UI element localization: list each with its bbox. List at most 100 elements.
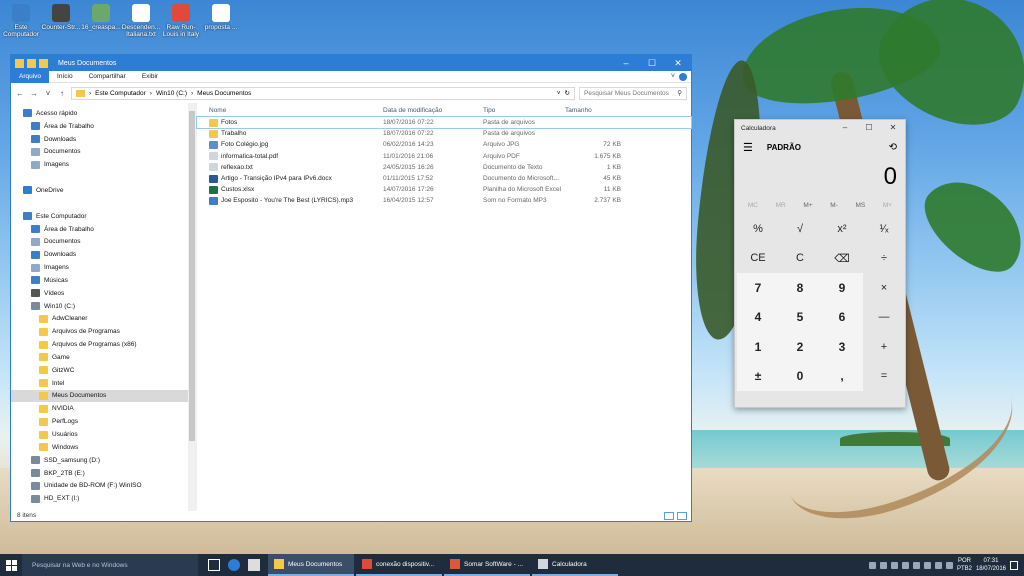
divide-key[interactable]: ÷	[863, 243, 905, 273]
nav-item[interactable]: Documentos⚲	[11, 146, 196, 159]
file-row[interactable]: reflexao.txt 24/05/2015 16:26 Documento de…	[197, 162, 691, 173]
tab-exibir[interactable]: Exibir	[134, 71, 166, 83]
desktop-icon-2[interactable]: 16_creaspa...	[80, 4, 122, 31]
file-row[interactable]: Joe Esposito - You're The Best (LYRICS).…	[197, 195, 691, 206]
file-list[interactable]: Nome Data de modificação Tipo Tamanho Fo…	[196, 103, 692, 511]
tab-arquivo[interactable]: Arquivo	[11, 70, 50, 83]
memory-button[interactable]: M-	[830, 202, 838, 209]
file-name-cell[interactable]: Custos.xlsx	[197, 185, 383, 194]
nav-item[interactable]: Vídeos	[11, 287, 196, 300]
nav-item[interactable]: HD_EXT (I:)	[11, 492, 196, 505]
memory-button[interactable]: MS	[855, 202, 865, 209]
help-icon[interactable]	[679, 72, 687, 81]
address-bar[interactable]: › Este Computador › Win10 (C:) › Meus Do…	[71, 86, 575, 100]
nav-item[interactable]: Este Computador	[11, 210, 196, 223]
nav-item[interactable]: Meus Documentos	[11, 389, 196, 403]
volume-icon[interactable]	[945, 561, 953, 569]
scrollbar-thumb[interactable]	[189, 111, 195, 441]
desktop-icon-1[interactable]: Counter-Str...	[40, 4, 82, 31]
tab-inicio[interactable]: Início	[49, 71, 81, 83]
language-indicator[interactable]: POR PTB2	[957, 557, 972, 573]
square-key[interactable]: x²	[821, 214, 863, 244]
reciprocal-key[interactable]: ¹⁄ₓ	[863, 214, 905, 244]
multiply-key[interactable]: ×	[863, 273, 905, 303]
explorer-titlebar[interactable]: Meus Documentos – ☐ ✕	[11, 55, 691, 71]
nav-item[interactable]: Imagens	[11, 261, 196, 274]
digit-0-key[interactable]: 0	[779, 361, 821, 391]
nav-item[interactable]: Arquivos de Programas (x86)	[11, 338, 196, 351]
nav-item[interactable]: SSD_samsung (D:)	[11, 454, 196, 467]
column-name[interactable]: Nome	[197, 107, 383, 114]
store-icon[interactable]	[248, 559, 260, 571]
memory-button[interactable]: MR	[776, 202, 786, 209]
digit-5-key[interactable]: 5	[779, 302, 821, 332]
close-button[interactable]: ✕	[881, 120, 905, 136]
nav-item[interactable]: Game	[11, 351, 196, 364]
digit-4-key[interactable]: 4	[737, 302, 779, 332]
desktop-icon-4[interactable]: Raw Run-Louis in Italy	[160, 4, 202, 38]
search-input[interactable]: Pesquisar Meus Documentos ⚲	[579, 86, 687, 100]
close-button[interactable]: ✕	[665, 55, 691, 71]
minimize-button[interactable]: –	[833, 120, 857, 136]
taskbar-search[interactable]: Pesquisar na Web e no Windows	[22, 554, 198, 576]
nav-item[interactable]: Windows	[11, 441, 196, 454]
column-size[interactable]: Tamanho	[565, 107, 625, 114]
task-view-icon[interactable]	[208, 559, 220, 571]
breadcrumb-win10[interactable]: Win10 (C:)	[156, 90, 187, 97]
hamburger-menu-icon[interactable]: ☰	[743, 141, 753, 154]
expand-ribbon-icon[interactable]: ˅	[671, 73, 675, 81]
chevron-down-icon[interactable]: ˅	[43, 89, 53, 98]
sqrt-key[interactable]: √	[779, 214, 821, 244]
nav-item[interactable]: Área de Trabalho⚲	[11, 120, 196, 133]
action-center-icon[interactable]	[1010, 560, 1018, 570]
file-name-cell[interactable]: reflexao.txt	[197, 163, 383, 172]
nav-item[interactable]: OneDrive	[11, 184, 196, 197]
back-arrow-icon[interactable]: ←	[15, 89, 25, 98]
tray-icon[interactable]	[879, 561, 887, 569]
calculator-window[interactable]: Calculadora – ☐ ✕ ☰ PADRÃO ⟲ 0 MC MR M+ M- M…	[734, 119, 906, 408]
tray-icon[interactable]	[923, 561, 931, 569]
desktop-icon-3[interactable]: Descenden... Italiana.txt	[120, 4, 162, 38]
nav-item[interactable]: Arquivos de Programas	[11, 325, 196, 338]
file-name-cell[interactable]: informatica-total.pdf	[197, 152, 383, 161]
nav-item[interactable]: Área de Trabalho	[11, 223, 196, 236]
file-name-cell[interactable]: Fotos	[197, 118, 383, 127]
digit-2-key[interactable]: 2	[779, 332, 821, 362]
refresh-icon[interactable]: ↻	[565, 89, 570, 97]
file-row[interactable]: Fotos 18/07/2016 07:22 Pasta de arquivos	[196, 115, 692, 130]
digit-9-key[interactable]: 9	[821, 273, 863, 303]
large-icons-view-icon[interactable]	[677, 512, 687, 520]
up-arrow-icon[interactable]: ↑	[57, 89, 67, 98]
nav-item[interactable]: Win10 (C:)	[11, 300, 196, 313]
edge-icon[interactable]	[228, 559, 240, 571]
new-folder-icon[interactable]	[39, 58, 48, 68]
digit-7-key[interactable]: 7	[737, 273, 779, 303]
file-row[interactable]: Foto Colégio.jpg 06/02/2016 14:23 Arquivo …	[197, 139, 691, 150]
tray-icon[interactable]	[912, 561, 920, 569]
nav-item[interactable]: Músicas	[11, 274, 196, 287]
taskbar-app-button[interactable]: conexão dispositiv...	[356, 554, 442, 576]
tray-icon[interactable]	[868, 561, 876, 569]
details-view-icon[interactable]	[664, 512, 674, 520]
search-icon[interactable]: ⚲	[677, 89, 682, 97]
maximize-button[interactable]: ☐	[857, 120, 881, 136]
nav-item[interactable]: NVIDIA	[11, 402, 196, 415]
memory-button[interactable]: M+	[803, 202, 812, 209]
navigation-pane[interactable]: Acesso rápido Área de Trabalho⚲Downloads⚲…	[11, 103, 197, 511]
start-button[interactable]	[0, 554, 22, 576]
nav-item[interactable]: Acesso rápido	[11, 107, 196, 120]
subtract-key[interactable]: —	[863, 302, 905, 332]
forward-arrow-icon[interactable]: →	[29, 89, 39, 98]
add-key[interactable]: +	[863, 332, 905, 362]
percent-key[interactable]: %	[737, 214, 779, 244]
nav-item[interactable]: BKP_2TB (E:)	[11, 467, 196, 480]
backspace-key[interactable]: ⌫	[821, 243, 863, 273]
network-icon[interactable]	[934, 561, 942, 569]
file-name-cell[interactable]: Artigo - Transição IPv4 para IPv6.docx	[197, 174, 383, 183]
properties-icon[interactable]	[27, 58, 36, 68]
nav-item[interactable]: Documentos	[11, 235, 196, 248]
nav-item[interactable]: Imagens⚲	[11, 158, 196, 171]
taskbar-app-button[interactable]: Calculadora	[532, 554, 618, 576]
digit-3-key[interactable]: 3	[821, 332, 863, 362]
breadcrumb-este-computador[interactable]: Este Computador	[95, 90, 146, 97]
